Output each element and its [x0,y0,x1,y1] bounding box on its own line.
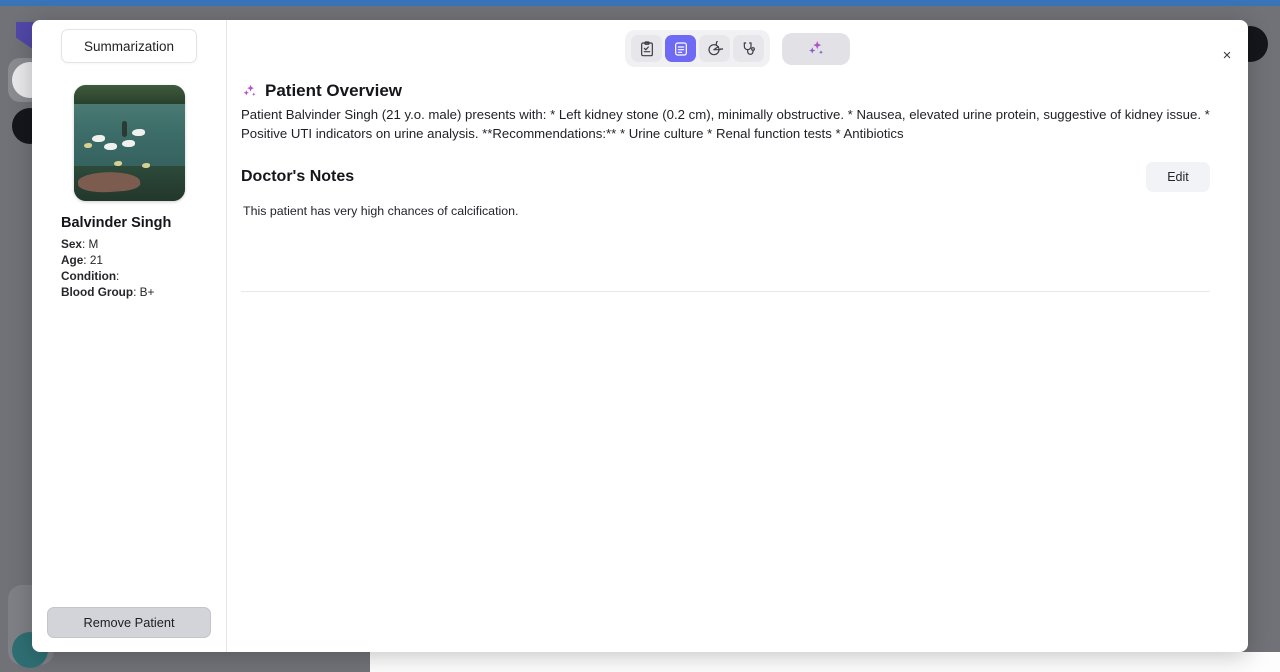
patient-fields: Sex: M Age: 21 Condition: Blood Group: B… [61,236,197,300]
view-toolbar [227,20,1248,67]
field-blood-group: Blood Group: B+ [61,284,197,300]
field-sex-value: M [85,237,99,251]
section-divider [241,291,1210,292]
field-blood-group-value: B+ [136,285,155,299]
remove-patient-button[interactable]: Remove Patient [47,607,211,638]
background-bottom-panel [370,652,1280,672]
overview-header: Patient Overview [241,81,1210,101]
patient-name: Balvinder Singh [61,215,172,231]
sparkle-ai-icon[interactable] [782,32,850,65]
overview-content: Patient Overview Patient Balvinder Singh… [227,67,1248,292]
edit-notes-button[interactable]: Edit [1146,162,1210,192]
field-condition: Condition: [61,268,197,284]
field-sex: Sex: M [61,236,197,252]
patient-photo [73,85,185,201]
field-age-value: 21 [86,253,103,267]
field-sex-label: Sex [61,237,82,251]
overview-summary-text: Patient Balvinder Singh (21 y.o. male) p… [241,107,1210,141]
page-title: Patient Overview [265,81,403,100]
doctors-notes-title: Doctor's Notes [241,168,355,185]
sparkle-icon [241,83,258,100]
view-mode-group [625,30,770,67]
patient-sidebar: Summarization Balvinder Singh Sex: M Age… [32,20,227,652]
field-condition-colon: : [116,269,120,283]
pie-chart-icon[interactable] [699,35,730,62]
doctors-notes-text: This patient has very high chances of ca… [243,204,519,218]
field-age: Age: 21 [61,252,197,268]
close-icon[interactable]: × [1216,44,1238,66]
patient-detail-modal: × Summarization Balvinder Singh Sex: M A… [32,20,1248,652]
field-age-label: Age [61,253,84,267]
patient-main-panel: Patient Overview Patient Balvinder Singh… [227,20,1248,652]
summarization-button[interactable]: Summarization [61,29,197,63]
clipboard-chart-icon[interactable] [631,35,662,62]
doctors-notes-header: Doctor's Notes Edit [241,162,1210,192]
field-condition-label: Condition [61,269,117,283]
stethoscope-icon[interactable] [733,35,764,62]
field-blood-group-label: Blood Group [61,285,134,299]
summary-document-icon[interactable] [665,35,696,62]
